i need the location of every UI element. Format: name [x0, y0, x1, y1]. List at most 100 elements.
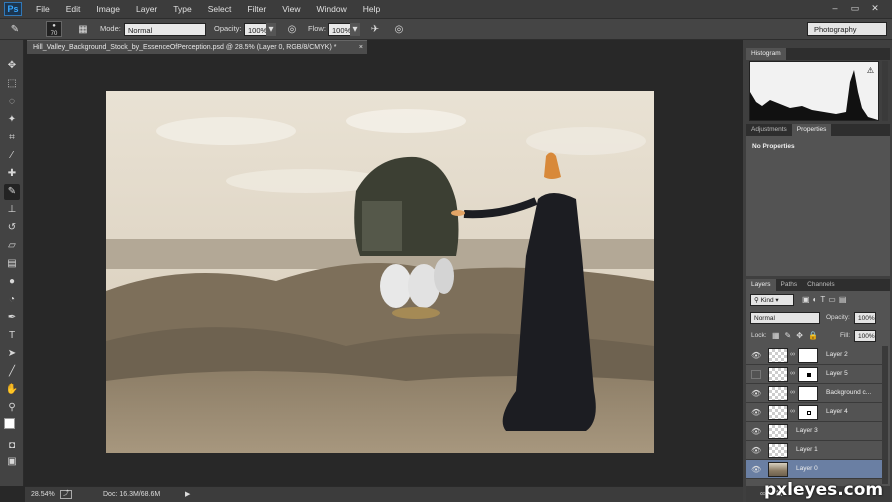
layer-row[interactable]: 👁 ∞ Background c...	[746, 384, 882, 403]
layer-mask-thumbnail[interactable]	[798, 367, 818, 382]
layer-opacity-input[interactable]: 100%	[854, 312, 876, 324]
histogram-scrollbar[interactable]	[882, 61, 888, 121]
mode-label: Mode:	[100, 24, 121, 33]
menu-select[interactable]: Select	[200, 0, 240, 18]
layer-row-selected[interactable]: 👁 Layer 0	[746, 460, 882, 479]
eye-icon[interactable]: 👁	[751, 427, 761, 436]
visibility-toggle-off[interactable]	[751, 370, 761, 379]
history-brush-tool-icon[interactable]: ↺	[4, 220, 20, 236]
layer-name: Layer 5	[826, 370, 848, 377]
lasso-tool-icon[interactable]: ◌	[4, 94, 20, 110]
close-window-icon[interactable]: ✕	[866, 2, 884, 15]
eye-icon[interactable]: 👁	[751, 408, 761, 417]
foreground-color-swatch[interactable]	[4, 418, 15, 429]
brush-size-picker[interactable]: ● 70	[46, 21, 62, 37]
eyedropper-tool-icon[interactable]: ⁄	[4, 148, 20, 164]
mode-select[interactable]: Normal	[124, 23, 206, 36]
close-tab-icon[interactable]: ×	[359, 41, 363, 55]
pen-tool-icon[interactable]: ✒	[4, 310, 20, 326]
eye-icon[interactable]: 👁	[751, 351, 761, 360]
layer-row[interactable]: ∞ Layer 5	[746, 365, 882, 384]
properties-panel: No Properties	[746, 136, 890, 276]
layer-row[interactable]: 👁 Layer 1	[746, 441, 882, 460]
menu-filter[interactable]: Filter	[239, 0, 274, 18]
healing-tool-icon[interactable]: ✚	[4, 166, 20, 182]
line-tool-icon[interactable]: ╱	[4, 364, 20, 380]
menu-type[interactable]: Type	[165, 0, 199, 18]
menu-layer[interactable]: Layer	[128, 0, 165, 18]
layer-mask-thumbnail[interactable]	[798, 386, 818, 401]
tab-properties[interactable]: Properties	[791, 124, 832, 136]
crop-tool-icon[interactable]: ⌗	[4, 130, 20, 146]
airbrush-icon[interactable]: ✈	[368, 23, 382, 36]
histogram-tab-bar: Histogram	[746, 48, 890, 60]
histogram-graph: ⚠	[749, 61, 879, 121]
brush-panel-icon[interactable]: ▦	[76, 23, 90, 36]
eye-icon[interactable]: 👁	[751, 465, 761, 474]
menu-file[interactable]: File	[28, 0, 58, 18]
menu-image[interactable]: Image	[88, 0, 128, 18]
hand-tool-icon[interactable]: ✋	[4, 382, 20, 398]
fill-input[interactable]: 100%	[854, 330, 876, 342]
eye-icon[interactable]: 👁	[751, 389, 761, 398]
move-tool-icon[interactable]: ✥	[4, 58, 20, 74]
lock-icons[interactable]: ▦✎✥🔒	[772, 331, 823, 340]
share-icon[interactable]: ⤴	[60, 490, 72, 499]
pressure-opacity-icon[interactable]: ◎	[285, 23, 299, 36]
workspace-select[interactable]: Photography	[807, 22, 887, 36]
filter-icons[interactable]: ▣◐T▭▤	[802, 295, 849, 304]
document-image[interactable]	[106, 91, 654, 453]
quick-select-tool-icon[interactable]: ✦	[4, 112, 20, 128]
layer-mask-thumbnail[interactable]	[798, 405, 818, 420]
opacity-dropdown-icon[interactable]: ▾	[266, 23, 276, 36]
brush-tool-icon[interactable]: ✎	[4, 184, 20, 200]
menu-view[interactable]: View	[274, 0, 308, 18]
blur-tool-icon[interactable]: ●	[4, 274, 20, 290]
fill-label: Fill:	[840, 332, 851, 339]
pressure-size-icon[interactable]: ◎	[392, 23, 406, 36]
opacity-input[interactable]: 100%	[244, 23, 268, 36]
flow-input[interactable]: 100%	[328, 23, 352, 36]
menu-help[interactable]: Help	[355, 0, 388, 18]
flow-dropdown-icon[interactable]: ▾	[350, 23, 360, 36]
status-menu-arrow-icon[interactable]: ▶	[185, 490, 190, 498]
dodge-tool-icon[interactable]: ◔	[4, 292, 20, 308]
warning-icon[interactable]: ⚠	[867, 66, 874, 75]
screen-mode-icon[interactable]: ▣	[4, 454, 20, 470]
marquee-tool-icon[interactable]: ⬚	[4, 76, 20, 92]
restore-icon[interactable]: ▭	[846, 2, 864, 15]
type-tool-icon[interactable]: T	[4, 328, 20, 344]
kind-filter[interactable]: ⚲ Kind ▾	[750, 294, 794, 306]
document-tab[interactable]: Hill_Valley_Background_Stock_by_EssenceO…	[27, 40, 367, 54]
path-select-tool-icon[interactable]: ➤	[4, 346, 20, 362]
eraser-tool-icon[interactable]: ▱	[4, 238, 20, 254]
composite-artwork	[106, 91, 654, 453]
menu-window[interactable]: Window	[308, 0, 354, 18]
gradient-tool-icon[interactable]: ▤	[4, 256, 20, 272]
brush-size-value: 70	[50, 31, 58, 37]
menu-edit[interactable]: Edit	[58, 0, 89, 18]
layers-scrollbar[interactable]	[882, 346, 888, 484]
adjust-props-tab-bar: Adjustments Properties	[746, 124, 890, 136]
layer-mask-thumbnail[interactable]	[798, 348, 818, 363]
layer-thumbnail	[768, 367, 788, 382]
layer-thumbnail	[768, 462, 788, 477]
brush-preset-icon[interactable]: ✎	[8, 23, 22, 36]
tab-channels[interactable]: Channels	[802, 279, 839, 291]
layer-row[interactable]: 👁 ∞ Layer 2	[746, 346, 882, 365]
blend-mode-select[interactable]: Normal	[750, 312, 820, 324]
menu-bar: Ps File Edit Image Layer Type Select Fil…	[0, 0, 892, 18]
eye-icon[interactable]: 👁	[751, 446, 761, 455]
zoom-tool-icon[interactable]: ⚲	[4, 400, 20, 416]
watermark: pxleyes.com	[764, 480, 884, 500]
layer-row[interactable]: 👁 ∞ Layer 4	[746, 403, 882, 422]
tab-adjustments[interactable]: Adjustments	[746, 124, 792, 136]
quick-mask-icon[interactable]: ◘	[4, 438, 20, 454]
tab-paths[interactable]: Paths	[776, 279, 803, 291]
minimize-icon[interactable]: –	[826, 2, 844, 15]
clone-stamp-tool-icon[interactable]: ⊥	[4, 202, 20, 218]
zoom-level[interactable]: 28.54%	[31, 491, 55, 498]
tab-layers[interactable]: Layers	[746, 279, 776, 291]
layer-row[interactable]: 👁 Layer 3	[746, 422, 882, 441]
tab-histogram[interactable]: Histogram	[746, 48, 786, 60]
